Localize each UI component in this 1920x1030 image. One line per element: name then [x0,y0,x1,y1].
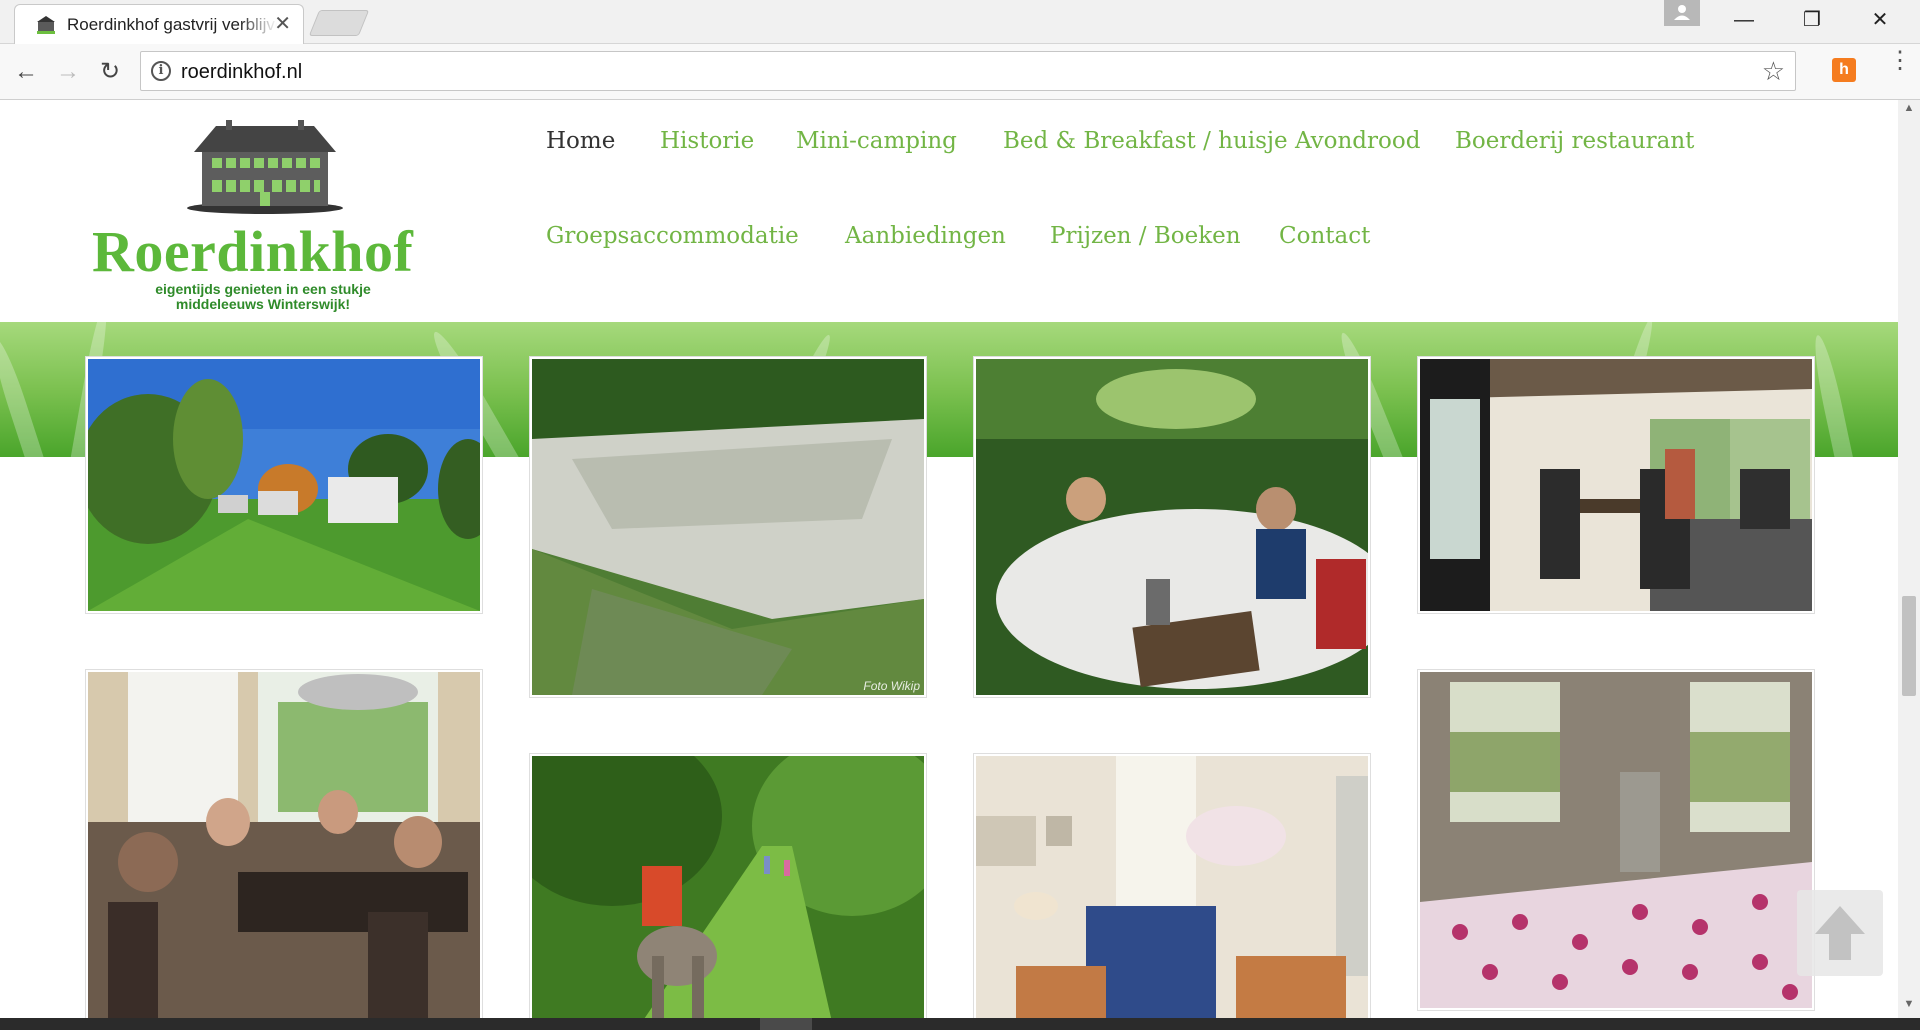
menu-icon[interactable]: ⋮ [1888,49,1912,86]
scroll-down-icon[interactable]: ▼ [1898,998,1920,1016]
terrace-table-image [976,359,1368,695]
donkey-trail-image [532,756,924,1018]
person-icon [1674,5,1690,20]
photo-living-room[interactable] [974,754,1370,1018]
photo-group-dinner[interactable] [86,670,482,1018]
nav-contact[interactable]: Contact [1279,223,1370,249]
logo-tagline: eigentijds genieten in een stukje middel… [155,281,371,312]
nav-prijzen-boeken[interactable]: Prijzen / Boeken [1050,223,1241,249]
page-viewport: Roerdinkhof eigentijds genieten in een s… [0,100,1898,1018]
browser-toolbar: ← → ↻ i roerdinkhof.nl ☆ h ⋮ [0,44,1920,100]
info-icon[interactable]: i [151,61,171,81]
taskbar-strip [0,1018,1920,1030]
vertical-scrollbar[interactable]: ▲ ▼ [1898,100,1920,1018]
taskbar-item[interactable] [760,1018,812,1030]
nav-aanbiedingen[interactable]: Aanbiedingen [845,223,1006,249]
nav-mini-camping[interactable]: Mini-camping [796,128,957,154]
reload-icon[interactable]: ↻ [94,56,126,88]
address-bar[interactable]: i roerdinkhof.nl ☆ [140,51,1796,91]
farmhouse-logo-icon [187,120,343,214]
nav-historie[interactable]: Historie [660,128,754,154]
photo-bedroom[interactable] [1418,670,1814,1010]
url-text[interactable]: roerdinkhof.nl [181,61,302,84]
minimize-button[interactable]: — [1716,6,1772,34]
scroll-up-icon[interactable]: ▲ [1898,102,1920,120]
nav-bed-and-breakfast[interactable]: Bed & Breakfast / huisje Avondrood [1003,128,1420,154]
extension-icon[interactable]: h [1832,58,1856,82]
arrow-right-icon[interactable]: → [52,56,84,88]
campsite-image [88,359,480,611]
photo-terrace-table[interactable] [974,357,1370,697]
browser-tab[interactable]: Roerdinkhof gastvrij verblijven ✕ [14,4,304,44]
site-header: Roerdinkhof eigentijds genieten in een s… [0,100,1898,322]
new-tab-button[interactable] [308,10,370,36]
scrollbar-thumb[interactable] [1902,596,1916,696]
arrow-up-icon [1815,906,1865,960]
nav-home[interactable]: Home [546,128,615,154]
site-logo[interactable]: Roerdinkhof eigentijds genieten in een s… [90,120,440,315]
nav-groepsaccommodatie[interactable]: Groepsaccommodatie [546,223,799,249]
photo-dining-room[interactable] [1418,357,1814,613]
photo-credit: Foto Wikip [863,679,920,693]
restore-button[interactable]: ❐ [1784,6,1840,34]
dining-room-image [1420,359,1812,611]
arrow-left-icon[interactable]: ← [10,56,42,88]
group-dinner-image [88,672,480,1018]
back-to-top-button[interactable] [1797,890,1883,976]
photo-donkey-trail[interactable] [530,754,926,1018]
logo-wordmark: Roerdinkhof [92,219,414,284]
living-room-image [976,756,1368,1018]
nav-boerderij-restaurant[interactable]: Boerderij restaurant [1455,128,1694,154]
quarry-image [532,359,924,695]
house-favicon-icon [37,16,55,34]
profile-button[interactable] [1664,0,1700,26]
photo-campsite[interactable] [86,357,482,613]
close-window-button[interactable]: ✕ [1852,6,1908,34]
star-icon[interactable]: ☆ [1762,56,1785,87]
tab-title: Roerdinkhof gastvrij verblijven [67,15,277,34]
photo-quarry[interactable]: Foto Wikip [530,357,926,697]
close-tab-icon[interactable]: ✕ [274,14,291,34]
bedroom-image [1420,672,1812,1008]
browser-tabstrip: Roerdinkhof gastvrij verblijven ✕ — ❐ ✕ [0,0,1920,44]
